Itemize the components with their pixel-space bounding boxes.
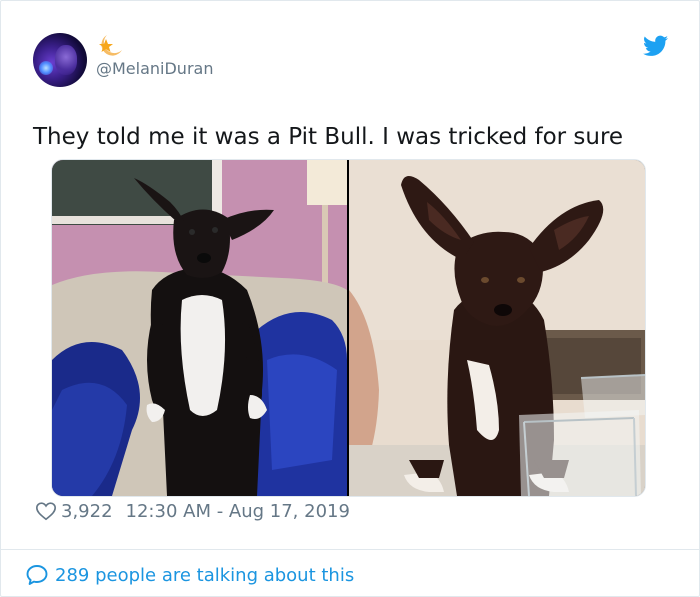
dog-photo-right[interactable] bbox=[349, 160, 645, 496]
tweet-text: They told me it was a Pit Bull. I was tr… bbox=[33, 124, 624, 150]
dog-photo-left[interactable] bbox=[52, 160, 347, 496]
tweet-meta: 3,922 12:30 AM - Aug 17, 2019 bbox=[35, 498, 350, 524]
user-handle[interactable]: @MelaniDuran bbox=[96, 59, 213, 79]
like-count[interactable]: 3,922 bbox=[61, 501, 113, 522]
speech-bubble-icon bbox=[26, 565, 48, 585]
talking-label[interactable]: 289 people are talking about this bbox=[55, 565, 354, 586]
avatar-figure bbox=[55, 45, 77, 75]
avatar-light bbox=[39, 61, 53, 75]
talking-link[interactable]: 289 people are talking about this bbox=[25, 561, 354, 589]
divider bbox=[1, 549, 699, 550]
tweet-timestamp[interactable]: 12:30 AM - Aug 17, 2019 bbox=[126, 501, 350, 522]
avatar[interactable] bbox=[33, 33, 87, 87]
tweet-card: @MelaniDuran They told me it was a Pit B… bbox=[0, 0, 700, 597]
star-moon-icon bbox=[99, 35, 122, 56]
twitter-bird-icon[interactable] bbox=[643, 35, 668, 57]
heart-icon[interactable] bbox=[35, 500, 57, 522]
tweet-media[interactable] bbox=[51, 159, 646, 497]
